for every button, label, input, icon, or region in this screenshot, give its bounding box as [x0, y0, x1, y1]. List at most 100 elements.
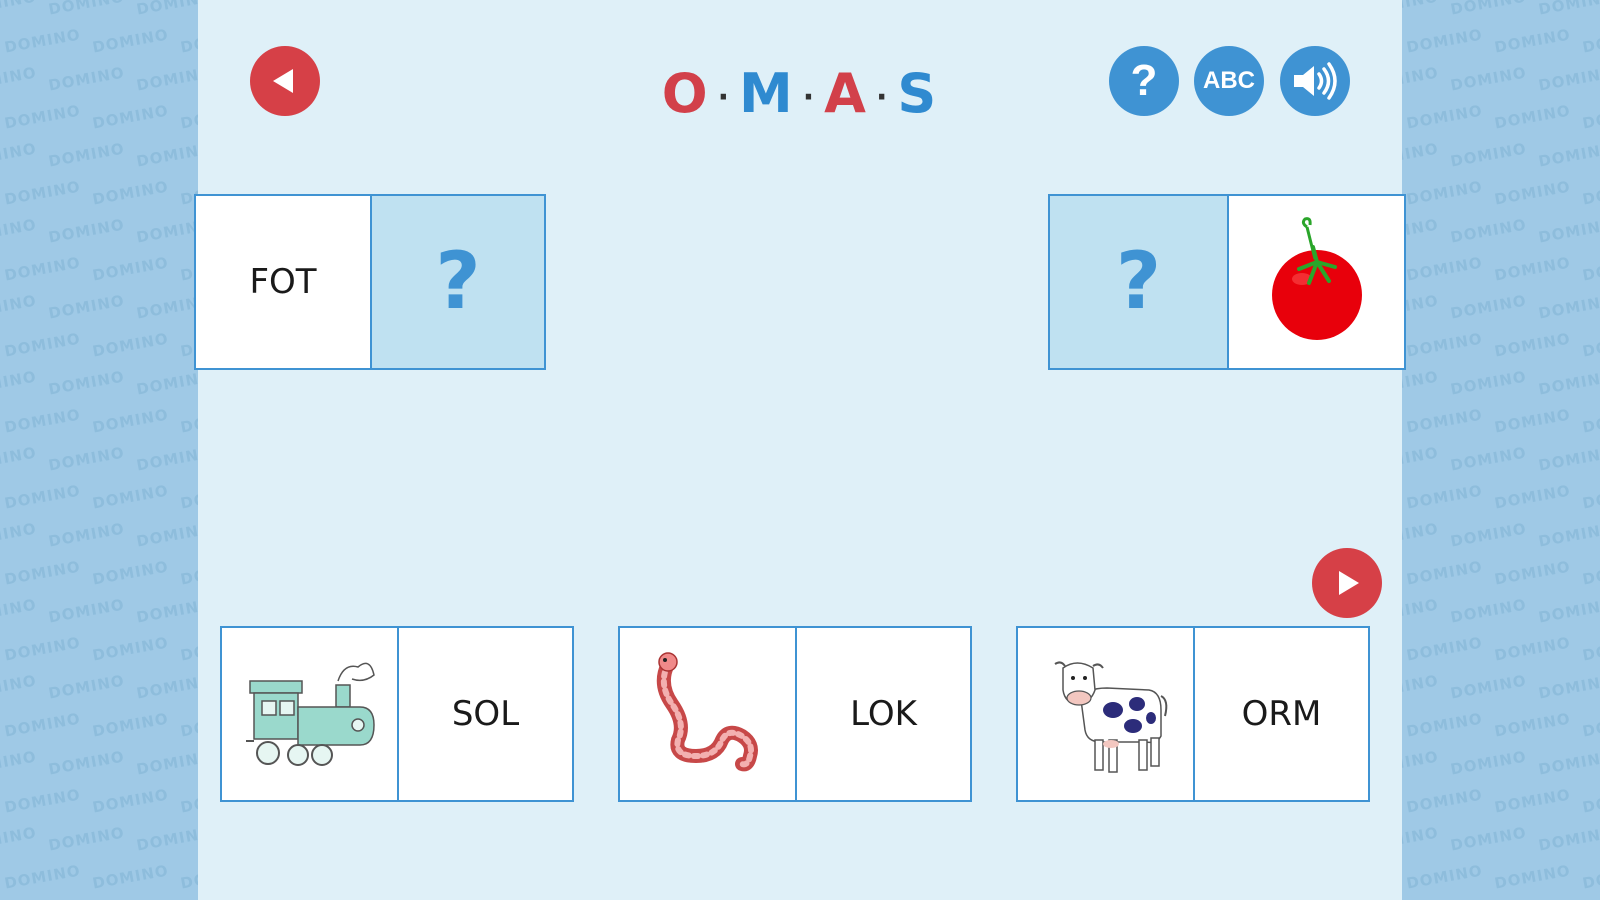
watermark-text: DOMINO [1405, 177, 1484, 209]
watermark-text: DOMINO [91, 177, 170, 209]
watermark-text: DOMINO [3, 481, 82, 513]
watermark-text: DOMINO [1449, 519, 1528, 551]
watermark-text: DOMINO [3, 633, 82, 665]
watermark-text: DOMINO [1581, 329, 1600, 361]
watermark-text: DOMINO [91, 709, 170, 741]
watermark-text: DOMINO [135, 291, 198, 323]
watermark-text: DOMINO [0, 671, 38, 703]
watermark-text: DOMINO [1402, 519, 1440, 551]
watermark-text: DOMINO [135, 139, 198, 171]
next-button[interactable] [1312, 548, 1382, 618]
watermark-text: DOMINO [1405, 557, 1484, 589]
watermark-text: DOMINO [1405, 101, 1484, 133]
watermark-text: DOMINO [91, 329, 170, 361]
watermark-text: DOMINO [1493, 329, 1572, 361]
watermark-text: DOMINO [47, 291, 126, 323]
watermark-text: DOMINO [91, 861, 170, 893]
watermark-text: DOMINO [47, 519, 126, 551]
watermark-text: DOMINO [179, 785, 198, 817]
watermark-text: DOMINO [1581, 557, 1600, 589]
watermark-text: DOMINO [1537, 519, 1600, 551]
title-separator: · [717, 79, 732, 115]
watermark-text: DOMINO [1581, 101, 1600, 133]
help-button[interactable]: ? [1109, 46, 1179, 116]
watermark-text: DOMINO [1537, 823, 1600, 855]
watermark-text: DOMINO [0, 63, 38, 95]
placed-domino-left: FOT ? [194, 194, 546, 370]
watermark-text: DOMINO [1405, 861, 1484, 893]
watermark-text: DOMINO [1537, 747, 1600, 779]
game-board: O · M · A · S ? ABC FOT ? ? SOL LOK ORM [194, 0, 1406, 900]
speaker-icon [1294, 62, 1337, 100]
watermark-text: DOMINO [3, 253, 82, 285]
watermark-text: DOMINO [1405, 709, 1484, 741]
watermark-text: DOMINO [3, 709, 82, 741]
watermark-text: DOMINO [0, 519, 38, 551]
domino-word-cell: LOK [795, 628, 970, 800]
watermark-text: DOMINO [1402, 291, 1440, 323]
watermark-text: DOMINO [1493, 709, 1572, 741]
sound-button[interactable] [1280, 46, 1350, 116]
help-label: ? [1130, 56, 1158, 105]
choice-domino[interactable]: LOK [618, 626, 972, 802]
watermark-text: DOMINO [3, 785, 82, 817]
drop-target-right[interactable]: ? [1050, 196, 1227, 368]
watermark-text: DOMINO [135, 0, 198, 19]
watermark-text: DOMINO [1493, 481, 1572, 513]
triangle-right-icon [1339, 571, 1359, 595]
watermark-text: DOMINO [1402, 215, 1440, 247]
left-side-panel: DOMINO DOMINO DOMINO DOMINO DOMINO DOMINO DOMI… [0, 0, 198, 900]
abc-button[interactable]: ABC [1194, 46, 1264, 116]
choice-domino[interactable]: SOL [220, 626, 574, 802]
drop-target-left[interactable]: ? [370, 196, 544, 368]
watermark-text: DOMINO [1449, 139, 1528, 171]
watermark-text: DOMINO [179, 861, 198, 893]
watermark-text: DOMINO [135, 443, 198, 475]
choice-domino[interactable]: ORM [1016, 626, 1370, 802]
watermark-text: DOMINO [1537, 63, 1600, 95]
watermark-text: DOMINO [1402, 595, 1440, 627]
abc-label: ABC [1203, 67, 1255, 94]
watermark-text: DOMINO [1537, 443, 1600, 475]
domino-word-cell: ORM [1193, 628, 1368, 800]
watermark-text: DOMINO [91, 557, 170, 589]
watermark-text: DOMINO [3, 861, 82, 893]
worm-image [656, 652, 758, 772]
watermark-text: DOMINO [179, 101, 198, 133]
watermark-text: DOMINO [1537, 291, 1600, 323]
watermark-text: DOMINO [0, 443, 38, 475]
watermark-text: DOMINO [1449, 291, 1528, 323]
watermark-text: DOMINO [0, 291, 38, 323]
watermark-text: DOMINO [1537, 139, 1600, 171]
watermark-text: DOMINO [1449, 747, 1528, 779]
watermark-text: DOMINO [1493, 177, 1572, 209]
watermark-text: DOMINO [1493, 861, 1572, 893]
watermark-text: DOMINO [1493, 101, 1572, 133]
watermark-text: DOMINO [1581, 633, 1600, 665]
watermark-text: DOMINO [1581, 861, 1600, 893]
watermark-text: DOMINO [1405, 481, 1484, 513]
title-separator: · [875, 79, 890, 115]
watermark-text: DOMINO [47, 671, 126, 703]
watermark-text: DOMINO [1581, 25, 1600, 57]
watermark-text: DOMINO [0, 823, 38, 855]
watermark-text: DOMINO [1537, 367, 1600, 399]
watermark-text: DOMINO [1537, 215, 1600, 247]
watermark-text: DOMINO [1402, 747, 1440, 779]
watermark-text: DOMINO [47, 0, 126, 19]
watermark-text: DOMINO [1581, 785, 1600, 817]
watermark-text: DOMINO [3, 25, 82, 57]
domino-word: SOL [451, 694, 520, 734]
watermark-text: DOMINO [1449, 595, 1528, 627]
watermark-text: DOMINO [1402, 139, 1440, 171]
title-separator: · [802, 79, 817, 115]
watermark-text: DOMINO [3, 101, 82, 133]
watermark-text: DOMINO [135, 747, 198, 779]
watermark-text: DOMINO [135, 367, 198, 399]
watermark-text: DOMINO [179, 405, 198, 437]
watermark-text: DOMINO [0, 367, 38, 399]
watermark-text: DOMINO [135, 519, 198, 551]
watermark-text: DOMINO [1493, 557, 1572, 589]
watermark-text: DOMINO [3, 557, 82, 589]
domino-word: LOK [850, 694, 917, 734]
